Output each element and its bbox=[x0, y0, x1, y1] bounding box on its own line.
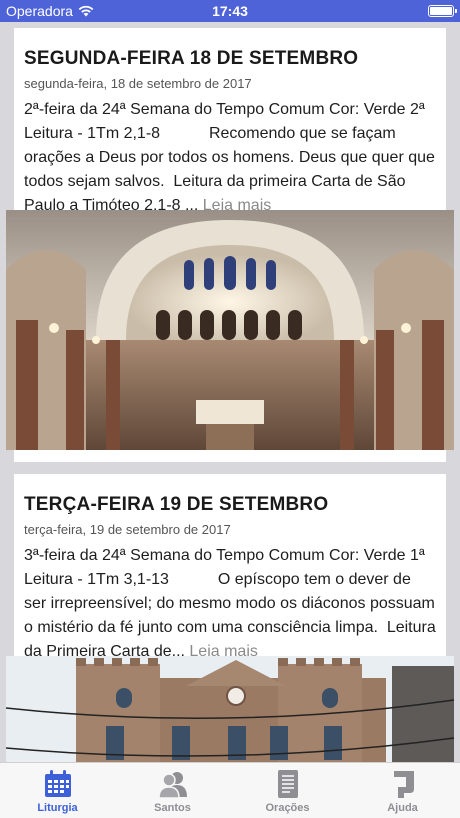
card-date: segunda-feira, 18 de setembro de 2017 bbox=[24, 76, 252, 91]
liturgy-feed[interactable]: SEGUNDA-FEIRA 18 DE SETEMBRO segunda-fei… bbox=[0, 22, 460, 762]
tab-label: Santos bbox=[154, 802, 191, 814]
clock: 17:43 bbox=[212, 3, 248, 19]
church-facade-image bbox=[6, 656, 454, 762]
card-title: SEGUNDA-FEIRA 18 DE SETEMBRO bbox=[24, 48, 359, 69]
tab-label: Orações bbox=[265, 802, 310, 814]
tab-oracoes[interactable]: Orações bbox=[230, 763, 345, 818]
card-title: TERÇA-FEIRA 19 DE SETEMBRO bbox=[24, 494, 329, 515]
tab-label: Liturgia bbox=[37, 802, 78, 814]
calendar-icon bbox=[44, 770, 71, 797]
liturgy-card[interactable]: SEGUNDA-FEIRA 18 DE SETEMBRO segunda-fei… bbox=[6, 28, 454, 462]
tab-ajuda[interactable]: Ajuda bbox=[345, 763, 460, 818]
card-excerpt: 2ª-feira da 24ª Semana do Tempo Comum Co… bbox=[24, 98, 436, 218]
tab-label: Ajuda bbox=[387, 802, 418, 814]
church-interior-image bbox=[6, 210, 454, 450]
tab-bar: Liturgia Santos Orações Ajuda bbox=[0, 762, 460, 818]
card-date: terça-feira, 19 de setembro de 2017 bbox=[24, 522, 231, 537]
liturgy-card[interactable]: TERÇA-FEIRA 19 DE SETEMBRO terça-feira, … bbox=[6, 474, 454, 762]
battery-icon bbox=[428, 5, 457, 17]
help-icon bbox=[393, 771, 414, 798]
people-icon bbox=[157, 772, 187, 799]
status-bar: Operadora 17:43 bbox=[0, 0, 460, 22]
card-excerpt: 3ª-feira da 24ª Semana do Tempo Comum Co… bbox=[24, 544, 436, 664]
tab-santos[interactable]: Santos bbox=[115, 763, 230, 818]
document-icon bbox=[277, 770, 298, 798]
tab-liturgia[interactable]: Liturgia bbox=[0, 763, 115, 818]
